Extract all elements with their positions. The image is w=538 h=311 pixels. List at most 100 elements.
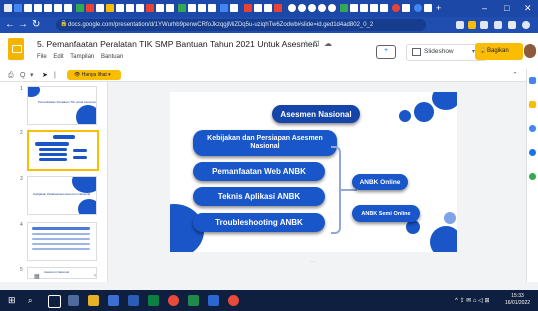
tab-icon[interactable] bbox=[24, 4, 32, 12]
contacts-icon[interactable] bbox=[529, 149, 536, 156]
print-icon[interactable]: ⎙ bbox=[8, 70, 14, 81]
close-window-button[interactable]: ✕ bbox=[524, 2, 532, 14]
tab-icon[interactable] bbox=[360, 4, 368, 12]
tab-icon[interactable] bbox=[208, 4, 216, 12]
tab-icon[interactable] bbox=[76, 4, 84, 12]
tab-icon[interactable] bbox=[156, 4, 164, 12]
tab-icon[interactable] bbox=[370, 4, 378, 12]
forward-icon[interactable]: → bbox=[18, 19, 28, 31]
chrome-icon[interactable] bbox=[168, 295, 179, 306]
tab-icon[interactable] bbox=[392, 4, 400, 12]
tab-icon[interactable] bbox=[402, 4, 410, 12]
back-icon[interactable]: ← bbox=[5, 19, 15, 31]
slide-thumbnail-3[interactable]: Kebijakan Pelaksanaan Asesmen Nasional bbox=[27, 176, 97, 215]
document-title[interactable]: 5. Pemanfaatan Peralatan TIK SMP Bantuan… bbox=[37, 39, 317, 49]
tab-icon[interactable] bbox=[424, 4, 432, 12]
calendar-icon[interactable] bbox=[529, 77, 536, 84]
menu-help[interactable]: Bantuan bbox=[101, 54, 123, 60]
extension-icon[interactable] bbox=[494, 21, 502, 29]
tasks-icon[interactable] bbox=[529, 125, 536, 132]
tab-icon[interactable] bbox=[298, 4, 306, 12]
extension-icon[interactable] bbox=[480, 21, 488, 29]
tab-icon[interactable] bbox=[86, 4, 94, 12]
new-tab-button[interactable]: + bbox=[436, 2, 441, 14]
app-icon[interactable] bbox=[148, 295, 159, 306]
keep-icon[interactable] bbox=[529, 101, 536, 108]
search-icon[interactable]: ⌕ bbox=[28, 295, 39, 306]
tab-icon[interactable] bbox=[328, 4, 336, 12]
tab-icon[interactable] bbox=[318, 4, 326, 12]
current-slide[interactable]: Asesmen Nasional Kebijakan dan Persiapan… bbox=[170, 92, 457, 252]
app-icon[interactable] bbox=[228, 295, 239, 306]
star-icon[interactable]: ☆ bbox=[302, 39, 309, 48]
tab-icon[interactable] bbox=[106, 4, 114, 12]
menu-view[interactable]: Tampilan bbox=[70, 54, 94, 60]
tab-icon[interactable] bbox=[64, 4, 72, 12]
app-icon[interactable] bbox=[68, 295, 79, 306]
slide-thumbnail-4[interactable] bbox=[27, 222, 97, 261]
word-icon[interactable] bbox=[208, 295, 219, 306]
tab-icon[interactable] bbox=[188, 4, 196, 12]
maps-icon[interactable] bbox=[529, 173, 536, 180]
cloud-status-icon[interactable]: ☁ bbox=[324, 39, 332, 48]
extension-icon[interactable] bbox=[468, 21, 476, 29]
chevron-down-icon[interactable]: ▾ bbox=[30, 70, 34, 81]
tab-icon[interactable] bbox=[264, 4, 272, 12]
tab-icon[interactable] bbox=[380, 4, 388, 12]
chevron-left-icon[interactable]: ‹ bbox=[94, 273, 96, 279]
tab-icon[interactable] bbox=[126, 4, 134, 12]
tab-icon[interactable] bbox=[244, 4, 252, 12]
minimize-button[interactable]: – bbox=[482, 2, 487, 14]
puzzle-icon[interactable] bbox=[508, 21, 516, 29]
tab-icon[interactable] bbox=[178, 4, 186, 12]
tab-icon[interactable] bbox=[230, 4, 238, 12]
tab-icon[interactable] bbox=[308, 4, 316, 12]
tab-icon[interactable] bbox=[34, 4, 42, 12]
move-icon[interactable]: ⊡ bbox=[313, 39, 320, 48]
tab-icon[interactable] bbox=[340, 4, 348, 12]
tab-icon[interactable] bbox=[116, 4, 124, 12]
slide-thumbnail-1[interactable]: Pemanfaatan Peralatan TIK untuk Asesmen bbox=[27, 86, 97, 125]
tab-icon[interactable] bbox=[166, 4, 174, 12]
tab-icon[interactable] bbox=[136, 4, 144, 12]
profile-icon[interactable] bbox=[522, 21, 530, 29]
comment-history-button[interactable]: + bbox=[376, 45, 396, 59]
task-view-icon[interactable] bbox=[48, 295, 61, 308]
tab-icon[interactable] bbox=[96, 4, 104, 12]
tab-icon[interactable] bbox=[4, 4, 12, 12]
file-explorer-icon[interactable] bbox=[88, 295, 99, 306]
maximize-button[interactable]: □ bbox=[504, 2, 509, 14]
tab-icon[interactable] bbox=[350, 4, 358, 12]
tab-icon[interactable] bbox=[274, 4, 282, 12]
app-icon[interactable] bbox=[108, 295, 119, 306]
collapse-icon[interactable]: ⌃ bbox=[512, 70, 518, 81]
zoom-icon[interactable]: Q bbox=[20, 70, 25, 81]
clock[interactable]: 15:33 16/01/2022 bbox=[505, 293, 530, 307]
reload-icon[interactable]: ↻ bbox=[32, 19, 40, 31]
extension-icon[interactable] bbox=[456, 21, 464, 29]
app-icon[interactable] bbox=[188, 295, 199, 306]
tab-icon[interactable] bbox=[146, 4, 154, 12]
menu-edit[interactable]: Edit bbox=[53, 54, 63, 60]
tab-icon[interactable] bbox=[44, 4, 52, 12]
menu-file[interactable]: File bbox=[37, 54, 47, 60]
grid-view-icon[interactable]: ▦ bbox=[34, 273, 40, 280]
system-tray[interactable]: ^ ⇪ ✉ ⌂ ◁ ⊞ bbox=[455, 297, 489, 304]
view-only-button[interactable]: 👁 Hanya lihat ▾ bbox=[67, 70, 121, 80]
start-icon[interactable]: ⊞ bbox=[8, 295, 19, 306]
tab-icon[interactable] bbox=[254, 4, 262, 12]
share-button[interactable]: 🔒 Bagikan bbox=[475, 43, 523, 60]
tab-icon[interactable] bbox=[54, 4, 62, 12]
tab-icon[interactable] bbox=[414, 4, 422, 12]
tab-icon[interactable] bbox=[198, 4, 206, 12]
slide-thumbnail-2[interactable] bbox=[27, 130, 99, 171]
slides-logo-icon[interactable] bbox=[8, 38, 24, 60]
tab-icon[interactable] bbox=[14, 4, 22, 12]
drag-handle[interactable]: ⋯ bbox=[298, 260, 328, 265]
app-icon[interactable] bbox=[128, 295, 139, 306]
url-bar[interactable]: 🔒 docs.google.com/presentation/d/1YWurhb… bbox=[56, 19, 426, 31]
tab-icon[interactable] bbox=[288, 4, 296, 12]
cursor-icon[interactable]: ➤ bbox=[42, 70, 48, 81]
avatar[interactable] bbox=[524, 44, 536, 58]
tab-icon[interactable] bbox=[220, 4, 228, 12]
